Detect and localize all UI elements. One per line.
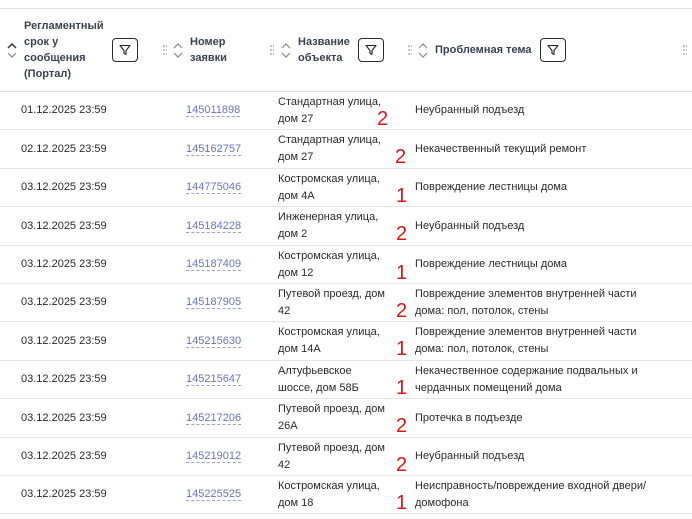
sort-up-icon (281, 42, 291, 48)
deadline-cell: 03.12.2025 23:59 (21, 412, 107, 424)
table-row[interactable]: 03.12.2025 23:59 145225525 Костромская ули… (0, 476, 692, 514)
column-resize-handle[interactable] (408, 45, 412, 55)
handwritten-priority-mark: 1 (396, 338, 408, 360)
problem-topic-cell: Неубранный подъезд (415, 220, 525, 232)
handwritten-priority-mark: 2 (396, 223, 408, 245)
deadline-cell: 03.12.2025 23:59 (21, 181, 107, 193)
column-resize-handle[interactable] (683, 45, 687, 55)
request-number-link[interactable]: 145225525 (186, 486, 241, 503)
sort-down-icon (173, 52, 183, 58)
request-number-link[interactable]: 145184228 (186, 218, 241, 235)
handwritten-priority-mark: 1 (396, 262, 408, 284)
object-name-cell: Костромская улица, дом 4А (278, 173, 380, 202)
request-number-link[interactable]: 145217206 (186, 410, 241, 427)
sort-control-object[interactable] (280, 42, 292, 59)
filter-icon (119, 44, 131, 56)
object-name-cell: Костромская улица, дом 18 (278, 480, 380, 509)
sort-up-icon (173, 42, 183, 48)
problem-topic-cell: Повреждение элементов внутренней части д… (415, 288, 637, 317)
request-number-link[interactable]: 145187905 (186, 294, 241, 311)
deadline-cell: 03.12.2025 23:59 (21, 258, 107, 270)
deadline-cell: 03.12.2025 23:59 (21, 296, 107, 308)
request-number-link[interactable]: 145162757 (186, 141, 241, 158)
column-header-number: Номер заявки (172, 9, 238, 91)
object-name-cell: Алтуфьевское шоссе, дом 58Б (278, 365, 359, 394)
table-row[interactable]: 02.12.2025 23:59 145162757 Стандартная ули… (0, 130, 692, 169)
sort-control-number[interactable] (172, 42, 184, 59)
object-name-cell: Стандартная улица, дом 27 (278, 134, 382, 163)
problem-topic-cell: Повреждение элементов внутренней части д… (415, 326, 637, 355)
table-row[interactable]: 03.12.2025 23:59 145184228 Инженерная улиц… (0, 207, 692, 246)
object-name-cell: Путевой проезд, дом 26А (278, 403, 385, 432)
request-number-link[interactable]: 145215630 (186, 333, 241, 350)
handwritten-priority-mark: 1 (396, 377, 408, 399)
problem-topic-cell: Некачественное содержание подвальных и ч… (415, 365, 638, 394)
deadline-cell: 03.12.2025 23:59 (21, 488, 107, 500)
filter-button-object[interactable] (358, 38, 384, 62)
request-number-link[interactable]: 145011898 (186, 102, 240, 119)
handwritten-priority-mark: 2 (396, 415, 408, 437)
deadline-cell: 03.12.2025 23:59 (21, 220, 107, 232)
table-row[interactable]: 03.12.2025 23:59 145215630 Костромская ули… (0, 322, 692, 361)
object-name-cell: Инженерная улица, дом 2 (278, 211, 379, 240)
problem-topic-cell: Неисправность/повреждение входной двери/… (415, 480, 647, 509)
column-resize-handle[interactable] (163, 45, 167, 55)
sort-down-icon (418, 52, 428, 58)
column-title-topic: Проблемная тема (435, 44, 532, 56)
sort-down-icon (7, 52, 17, 58)
handwritten-priority-mark: 2 (395, 146, 407, 168)
table-row[interactable]: 01.12.2025 23:59 145011898 Стандартная ули… (0, 92, 692, 130)
deadline-cell: 03.12.2025 23:59 (21, 373, 107, 385)
sort-control-deadline[interactable] (6, 42, 18, 59)
column-header-deadline: Регламентный срок у сообщения (Портал) (6, 9, 138, 91)
request-number-link[interactable]: 145219012 (186, 448, 241, 465)
table-header: Регламентный срок у сообщения (Портал) Н… (0, 9, 692, 92)
column-title-deadline: Регламентный срок у сообщения (Портал) (24, 20, 104, 80)
request-number-link[interactable]: 145187409 (186, 256, 241, 273)
problem-topic-cell: Неубранный подъезд (415, 450, 525, 462)
column-header-object: Название объекта (280, 9, 384, 91)
column-header-topic: Проблемная тема (417, 9, 566, 91)
sort-up-icon (7, 42, 17, 49)
filter-icon (365, 44, 377, 56)
sort-down-icon (281, 52, 291, 58)
filter-button-deadline[interactable] (112, 38, 138, 62)
filter-icon (546, 44, 559, 56)
problem-topic-cell: Повреждение лестницы дома (415, 181, 568, 193)
deadline-cell: 03.12.2025 23:59 (21, 450, 107, 462)
filter-button-topic[interactable] (539, 38, 566, 62)
column-resize-handle[interactable] (270, 45, 274, 55)
problem-topic-cell: Неубранный подъезд (415, 104, 525, 116)
handwritten-priority-mark: 2 (396, 300, 408, 322)
sort-up-icon (418, 42, 428, 48)
request-number-link[interactable]: 145215647 (186, 371, 241, 388)
problem-topic-cell: Протечка в подъезде (415, 412, 523, 424)
handwritten-priority-mark: 2 (396, 454, 408, 476)
problem-topic-cell: Повреждение лестницы дома (415, 258, 568, 270)
table-row[interactable]: 03.12.2025 23:59 145187409 Костромская ули… (0, 246, 692, 284)
handwritten-priority-mark: 1 (396, 492, 408, 514)
table-row[interactable]: 03.12.2025 23:59 144775046 Костромская ули… (0, 169, 692, 207)
object-name-cell: Путевой проезд, дом 42 (278, 442, 385, 471)
request-number-link[interactable]: 144775046 (186, 179, 241, 196)
handwritten-priority-mark: 1 (396, 185, 408, 207)
object-name-cell: Костромская улица, дом 12 (278, 250, 380, 279)
object-name-cell: Костромская улица, дом 14А (278, 326, 380, 355)
column-title-number: Номер заявки (190, 36, 227, 64)
table-row[interactable]: 03.12.2025 23:59 145217206 Путевой проезд,… (0, 399, 692, 438)
object-name-cell: Путевой проезд, дом 42 (278, 288, 385, 317)
table-row[interactable]: 03.12.2025 23:59 145187905 Путевой проезд,… (0, 284, 692, 322)
handwritten-priority-mark: 2 (377, 108, 389, 130)
sort-control-topic[interactable] (417, 42, 429, 59)
deadline-cell: 02.12.2025 23:59 (21, 143, 107, 155)
deadline-cell: 03.12.2025 23:59 (21, 335, 107, 347)
problem-topic-cell: Некачественный текущий ремонт (415, 143, 587, 155)
column-title-object: Название объекта (298, 36, 350, 64)
deadline-cell: 01.12.2025 23:59 (21, 104, 107, 116)
table-row[interactable]: 03.12.2025 23:59 145219012 Путевой проезд,… (0, 438, 692, 476)
object-name-cell: Стандартная улица, дом 27 (278, 96, 382, 125)
table-row[interactable]: 03.12.2025 23:59 145215647 Алтуфьевское шо… (0, 361, 692, 399)
